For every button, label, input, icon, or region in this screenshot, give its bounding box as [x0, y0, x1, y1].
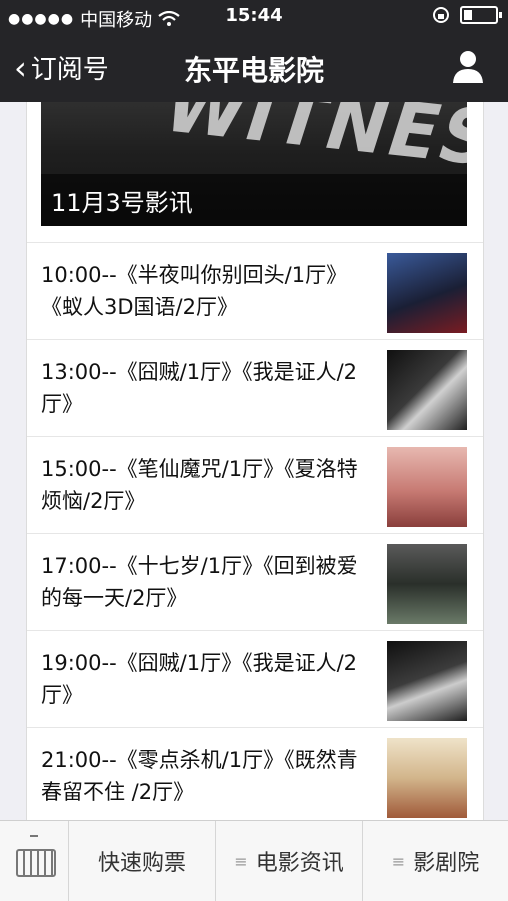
item-text: 19:00--《囧贼/1厅》《我是证人/2厅》: [41, 651, 358, 707]
menu-label: 影剧院: [413, 851, 480, 876]
keyboard-toggle-button[interactable]: [0, 821, 69, 901]
caret-up-icon: [30, 835, 38, 841]
banner[interactable]: WITNESS 11月3号影讯: [41, 102, 467, 226]
page-title: 东平电影院: [183, 54, 324, 87]
menu-theater[interactable]: ≡ 影剧院: [363, 821, 508, 901]
menu-quick-ticket[interactable]: 快速购票: [69, 821, 216, 901]
list-menu-icon: ≡: [234, 851, 248, 871]
menu-label: 电影资讯: [255, 851, 344, 876]
item-text: 17:00--《十七岁/1厅》《回到被爱的每一天/2厅》: [41, 554, 358, 610]
list-menu-icon: ≡: [391, 851, 406, 871]
bottom-menu: 快速购票 ≡ 电影资讯 ≡ 影剧院: [0, 820, 508, 901]
movie-thumbnail: [387, 738, 467, 818]
movie-thumbnail: [387, 544, 467, 624]
menu-movie-news[interactable]: ≡ 电影资讯: [216, 821, 363, 901]
status-bar: ●●●●● 中国移动 15:44: [0, 0, 508, 32]
list-item[interactable]: 15:00--《笔仙魔咒/1厅》《夏洛特烦恼/2厅》: [27, 436, 483, 533]
movie-thumbnail: [387, 350, 467, 430]
item-text: 15:00--《笔仙魔咒/1厅》《夏洛特烦恼/2厅》: [41, 457, 358, 513]
movie-thumbnail: [387, 253, 467, 333]
item-text: 21:00--《零点杀机/1厅》《既然青春留不住 /2厅》: [41, 748, 358, 804]
keyboard-icon: [16, 849, 56, 877]
item-text: 10:00--《半夜叫你别回头/1厅》《蚁人3D国语/2厅》: [41, 263, 348, 319]
banner-caption: 11月3号影讯: [41, 174, 467, 226]
article-card: WITNESS 11月3号影讯 10:00--《半夜叫你别回头/1厅》《蚁人3D…: [26, 102, 484, 820]
list-item[interactable]: 13:00--《囧贼/1厅》《我是证人/2厅》: [27, 339, 483, 436]
nav-bar: ‹ 订阅号 东平电影院: [0, 32, 508, 102]
schedule-list: 10:00--《半夜叫你别回头/1厅》《蚁人3D国语/2厅》 13:00--《囧…: [27, 242, 483, 820]
movie-thumbnail: [387, 641, 467, 721]
movie-thumbnail: [387, 447, 467, 527]
list-item[interactable]: 21:00--《零点杀机/1厅》《既然青春留不住 /2厅》: [27, 727, 483, 820]
battery-icon: [460, 6, 502, 24]
list-item[interactable]: 19:00--《囧贼/1厅》《我是证人/2厅》: [27, 630, 483, 727]
list-item[interactable]: 10:00--《半夜叫你别回头/1厅》《蚁人3D国语/2厅》: [27, 242, 483, 339]
menu-label: 快速购票: [97, 851, 186, 876]
profile-icon[interactable]: [452, 48, 484, 84]
item-text: 13:00--《囧贼/1厅》《我是证人/2厅》: [41, 360, 358, 416]
status-right: [432, 6, 502, 24]
rotation-lock-icon: [433, 7, 449, 23]
list-item[interactable]: 17:00--《十七岁/1厅》《回到被爱的每一天/2厅》: [27, 533, 483, 630]
